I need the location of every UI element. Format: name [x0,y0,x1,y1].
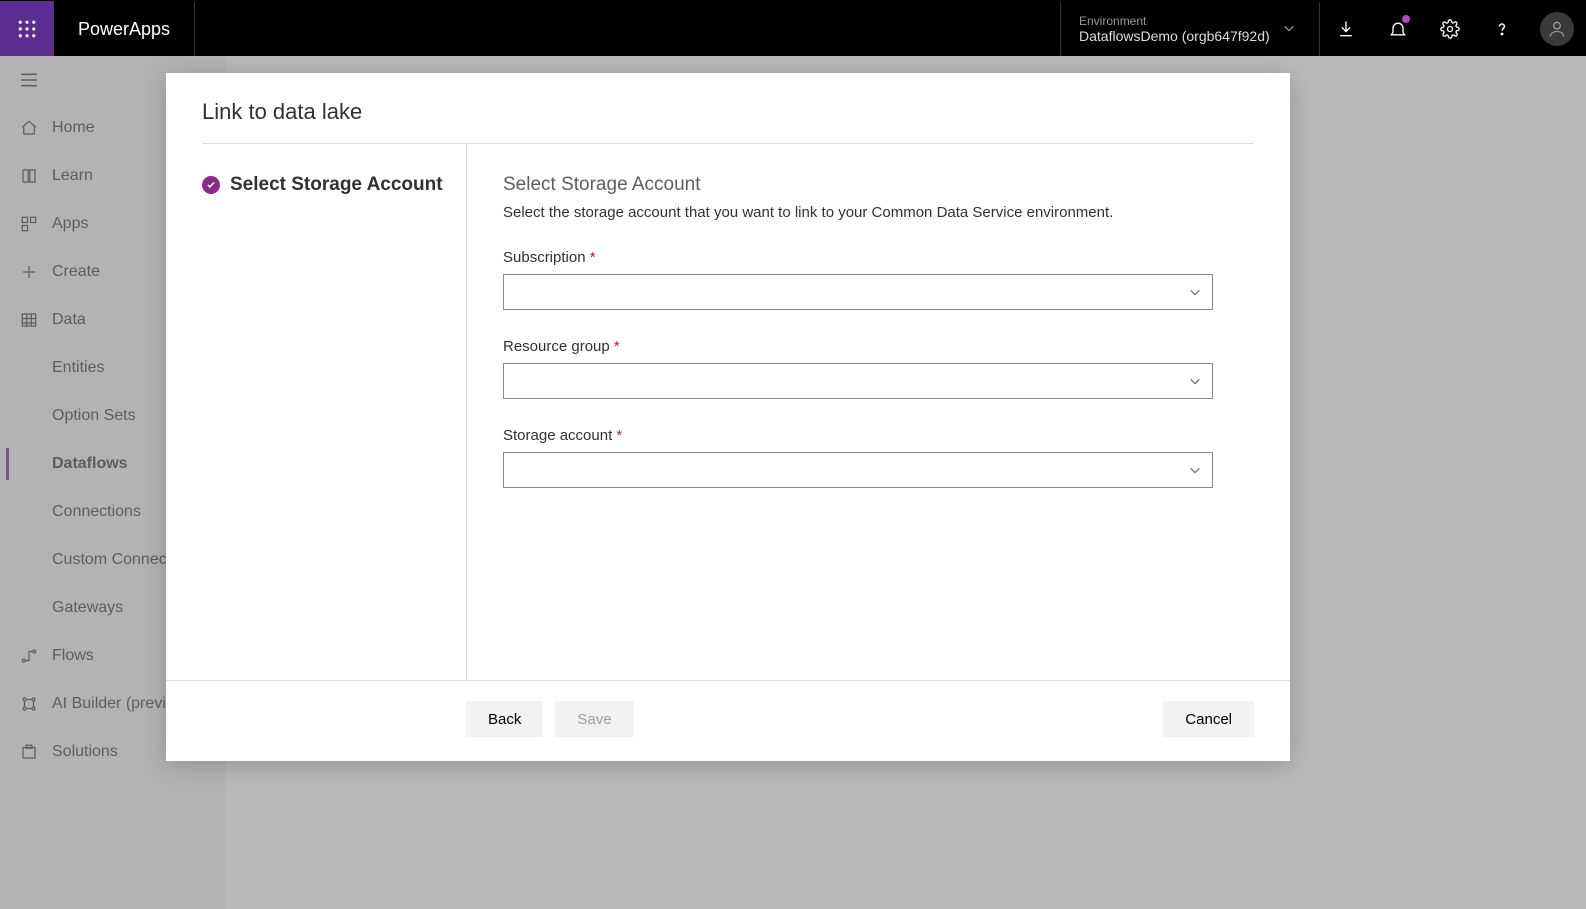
notifications-icon[interactable] [1372,1,1424,57]
resource-group-label: Resource group * [503,338,1254,355]
section-title: Select Storage Account [503,174,1254,196]
help-icon[interactable] [1476,1,1528,57]
step-select-storage-account: Select Storage Account [202,174,466,196]
resource-group-select[interactable] [503,363,1213,399]
chevron-down-icon [1282,21,1296,38]
save-button[interactable]: Save [555,701,633,737]
app-title: PowerApps [54,2,195,56]
nav-label: Data [52,311,86,329]
modal-footer: Back Save Cancel [166,680,1290,761]
modal-title: Link to data lake [202,99,1254,144]
step-label: Select Storage Account [230,174,443,196]
settings-icon[interactable] [1424,1,1476,57]
chevron-down-icon [1188,285,1202,299]
storage-account-label: Storage account * [503,427,1254,444]
nav-label: Learn [52,167,93,185]
top-header: PowerApps Environment DataflowsDemo (org… [0,0,1586,56]
step-complete-icon [202,176,220,194]
user-avatar[interactable] [1540,12,1574,46]
app-launcher-button[interactable] [0,1,54,57]
nav-label: Solutions [52,743,118,761]
environment-picker[interactable]: Environment DataflowsDemo (orgb647f92d) [1060,2,1320,56]
modal-steps: Select Storage Account [202,144,467,680]
nav-label: Apps [52,215,88,233]
environment-label: Environment [1079,14,1270,28]
environment-name: DataflowsDemo (orgb647f92d) [1079,28,1270,44]
subscription-select[interactable] [503,274,1213,310]
notification-dot [1402,15,1410,23]
nav-label: Flows [52,647,94,665]
back-button[interactable]: Back [466,701,543,737]
storage-account-select[interactable] [503,452,1213,488]
section-description: Select the storage account that you want… [503,204,1254,221]
download-icon[interactable] [1320,1,1372,57]
link-to-data-lake-modal: Link to data lake Select Storage Account… [166,73,1290,761]
chevron-down-icon [1188,463,1202,477]
nav-label: Home [52,119,95,137]
subscription-label: Subscription * [503,249,1254,266]
chevron-down-icon [1188,374,1202,388]
cancel-button[interactable]: Cancel [1163,701,1254,737]
nav-label: Create [52,263,100,281]
